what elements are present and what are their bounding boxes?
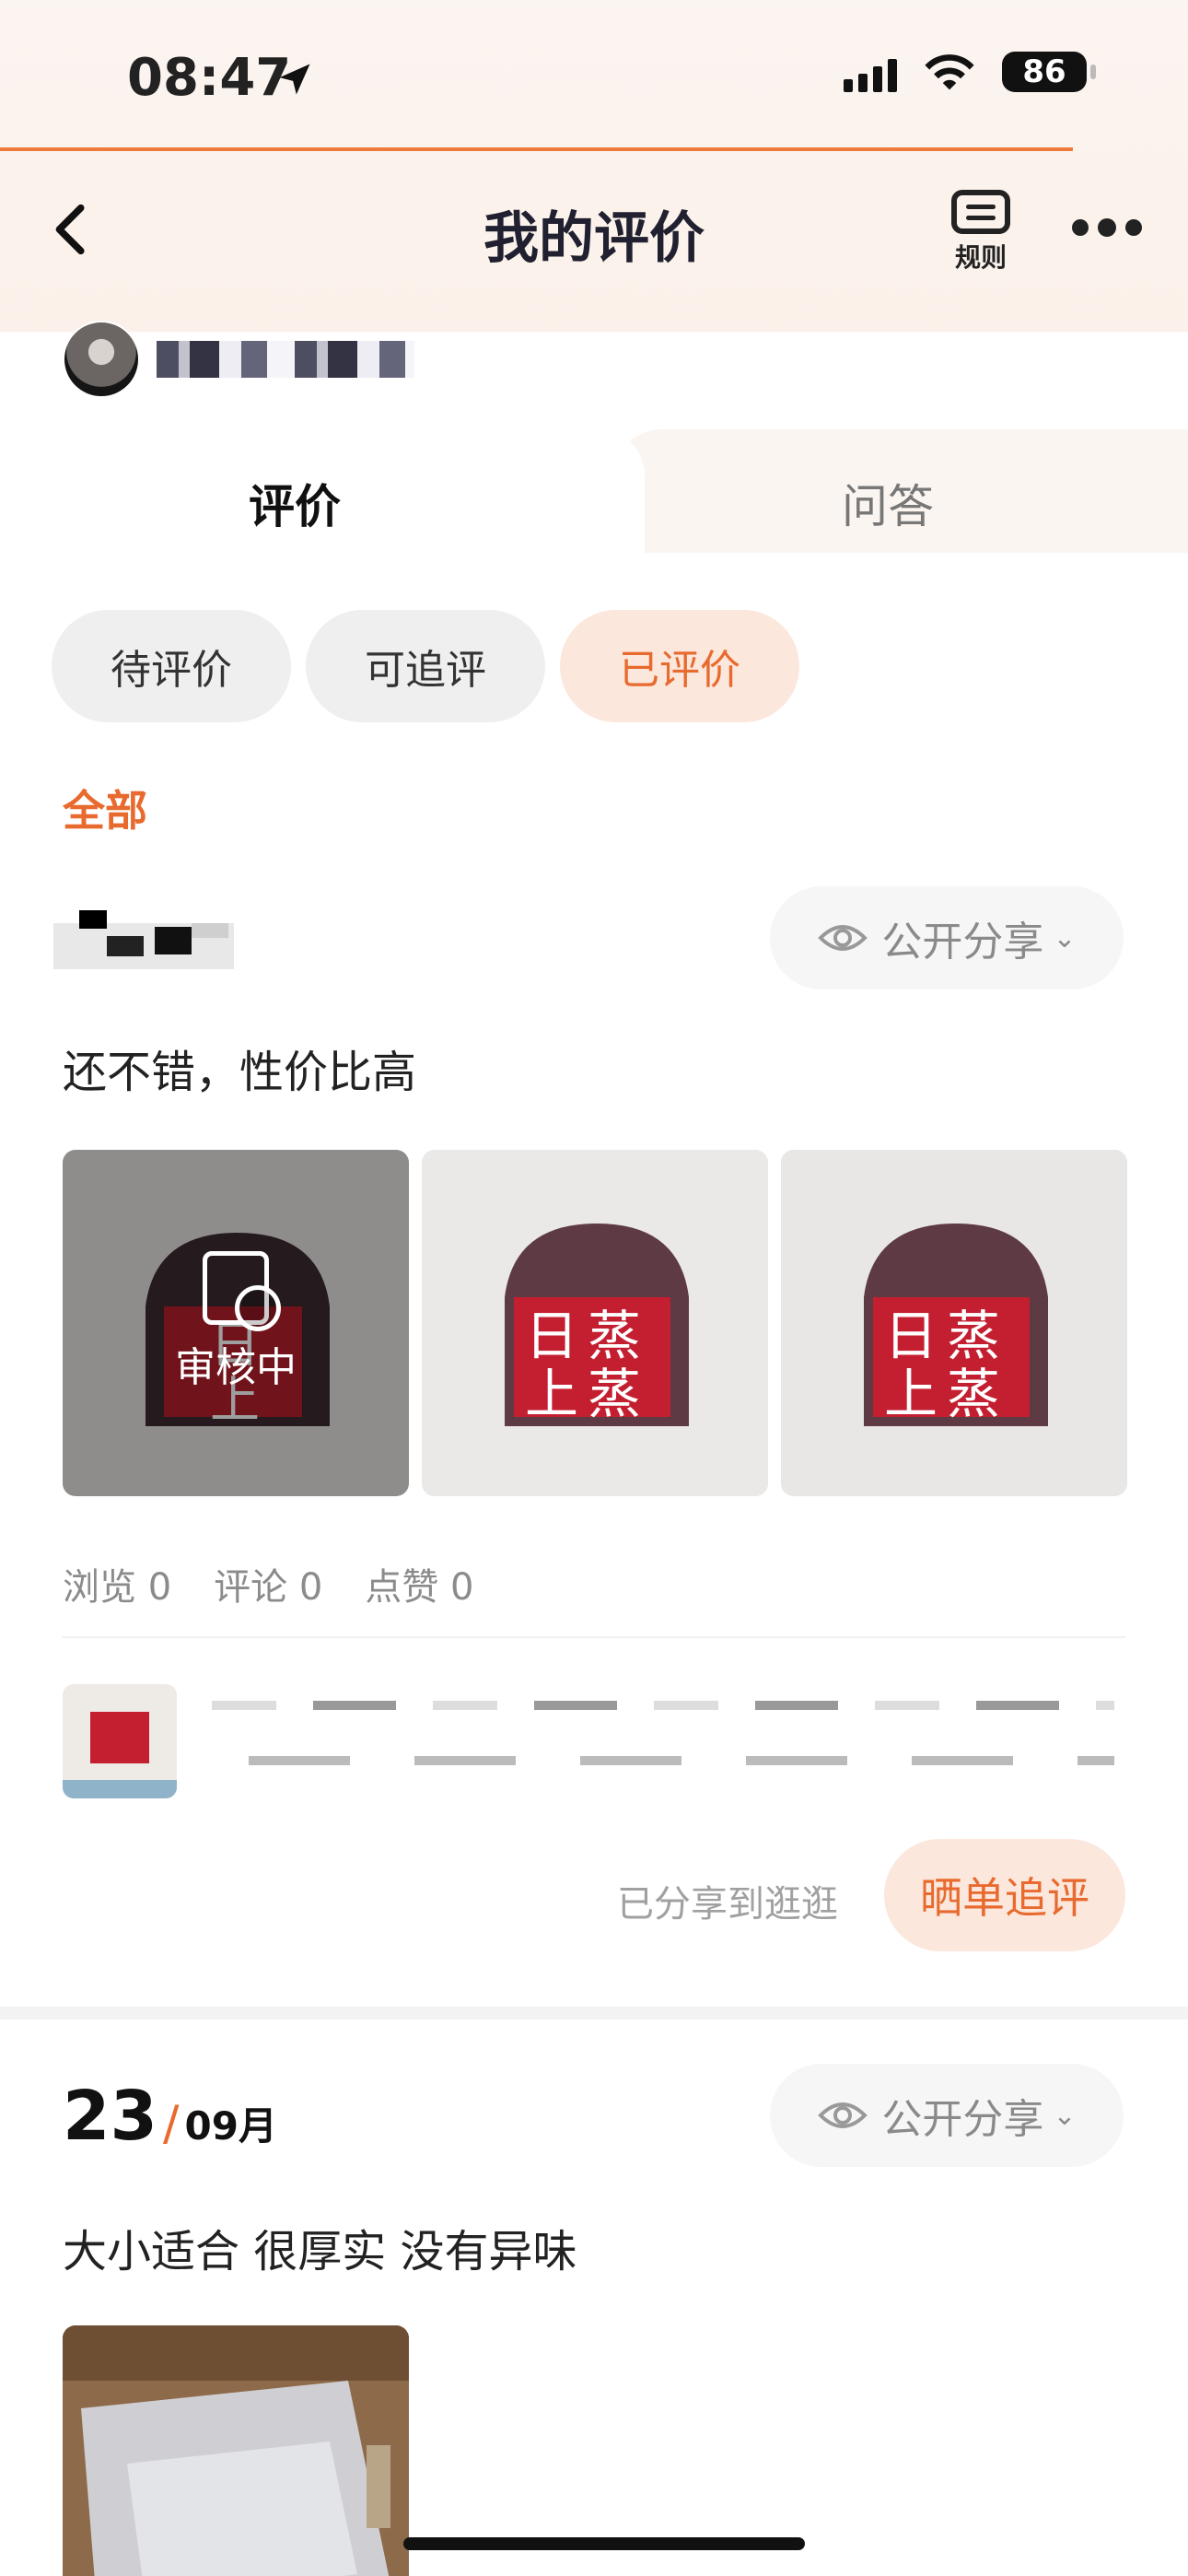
photo-art: 日 蒸 上 蒸: [422, 1150, 768, 1496]
photo-char: 上: [525, 1363, 578, 1425]
pending-review-badge: 审核中: [63, 1251, 409, 1393]
divider: [63, 1636, 1125, 1638]
filter-chips: 待评价 可追评 已评价: [52, 610, 799, 722]
review-date: 23 / 09月: [63, 2077, 277, 2156]
product-thumbnail[interactable]: [63, 1684, 177, 1798]
filter-pending[interactable]: 待评价: [52, 610, 291, 722]
photo-char: 蒸: [588, 1363, 641, 1425]
status-bar: 08:47 86: [0, 0, 1188, 157]
share-visibility-dropdown[interactable]: 公开分享 ⌄: [770, 2064, 1124, 2167]
likes-count: 点赞 0: [365, 1566, 474, 1609]
share-label: 公开分享: [881, 919, 1044, 966]
filter-followup[interactable]: 可追评: [306, 610, 545, 722]
share-visibility-dropdown[interactable]: 公开分享 ⌄: [770, 886, 1124, 989]
tab-reviews[interactable]: 评价: [249, 470, 341, 536]
more-options-icon[interactable]: [1072, 218, 1142, 237]
date-separator: /: [162, 2096, 180, 2151]
rules-button[interactable]: 规则: [939, 190, 1022, 276]
battery-level: 86: [1022, 53, 1066, 90]
masked-product-title[interactable]: [212, 1692, 1114, 1793]
status-divider: [0, 147, 1073, 151]
date-month: 09月: [184, 2103, 277, 2149]
photo-char: 蒸: [947, 1305, 1000, 1367]
chevron-down-icon: ⌄: [1053, 921, 1077, 954]
photo-char: 上: [884, 1363, 938, 1425]
avatar[interactable]: [63, 321, 140, 398]
battery-indicator: 86: [1002, 52, 1096, 92]
eye-icon: [818, 2102, 868, 2128]
review-photo[interactable]: 日 蒸 上 蒸: [422, 1150, 768, 1496]
subfilter-all[interactable]: 全部: [63, 778, 147, 838]
comments-count: 评论 0: [214, 1566, 323, 1609]
review-photo[interactable]: [63, 2325, 409, 2576]
photo-char: 日: [884, 1305, 938, 1367]
cellular-signal-icon: [844, 52, 897, 92]
photo-char: 蒸: [947, 1363, 1000, 1425]
masked-username: [157, 341, 414, 378]
location-arrow-icon: [279, 64, 310, 95]
share-label: 公开分享: [881, 2096, 1044, 2143]
filter-reviewed[interactable]: 已评价: [560, 610, 799, 722]
rules-icon: [951, 190, 1010, 234]
photo-art: [63, 2325, 409, 2576]
user-info: [63, 321, 414, 398]
review-photo[interactable]: 日 蒸 上 蒸: [781, 1150, 1127, 1496]
photo-char: 蒸: [588, 1305, 641, 1367]
review-photo[interactable]: 日 上 审核中: [63, 1150, 409, 1496]
product-image: [63, 1684, 177, 1798]
nav-bar: 我的评价 规则: [0, 175, 1188, 286]
rules-label: 规则: [954, 242, 1007, 273]
views-count: 浏览 0: [63, 1566, 172, 1609]
photo-char: 日: [525, 1305, 578, 1367]
masked-shop-name: [53, 896, 234, 969]
home-indicator: [403, 2537, 805, 2550]
pending-label: 审核中: [175, 1344, 297, 1391]
pending-clock-icon: [203, 1251, 281, 1331]
review-photos: 日 上 审核中 日 蒸 上 蒸 日 蒸 上 蒸: [63, 1150, 1127, 1496]
photo-art: 日 蒸 上 蒸: [781, 1150, 1127, 1496]
status-time: 08:47: [127, 48, 292, 108]
wifi-icon: [925, 54, 974, 90]
chevron-down-icon: ⌄: [1053, 2099, 1077, 2132]
review-stats: 浏览 0 评论 0 点赞 0: [63, 1557, 474, 1610]
review-text: 大小适合 很厚实 没有异味: [63, 2226, 577, 2277]
review-text: 还不错，性价比高: [63, 1047, 417, 1098]
section-separator: [0, 2007, 1188, 2020]
date-day: 23: [63, 2077, 157, 2156]
tab-qa[interactable]: 问答: [842, 470, 934, 536]
shared-to-label: 已分享到逛逛: [617, 1883, 838, 1926]
follow-up-review-button[interactable]: 晒单追评: [884, 1839, 1125, 1951]
eye-icon: [818, 925, 868, 951]
